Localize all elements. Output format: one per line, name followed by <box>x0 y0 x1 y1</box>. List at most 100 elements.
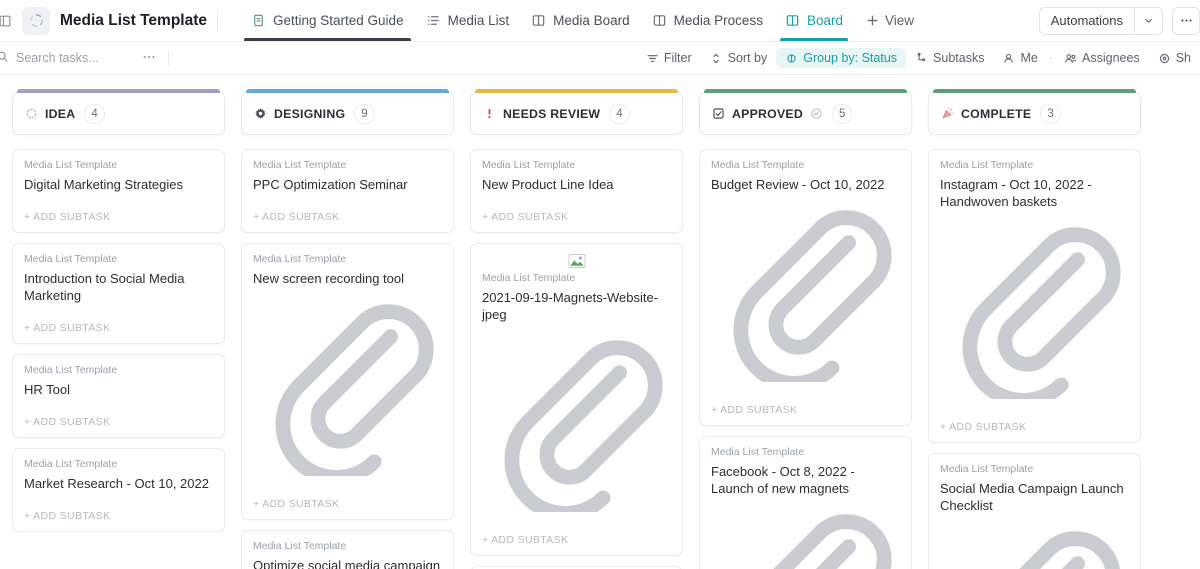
board-icon <box>531 13 546 28</box>
task-card[interactable]: Media List TemplateHR Tool+ ADD SUBTASK <box>12 354 225 438</box>
add-subtask-button[interactable]: + ADD SUBTASK <box>940 405 1129 442</box>
more-icon[interactable] <box>1172 7 1200 35</box>
task-card[interactable]: Media List Template2021-09-19-Magnets-We… <box>470 243 683 556</box>
add-view-label: View <box>885 13 914 28</box>
column-accent-bar <box>475 89 678 93</box>
card-title: Optimize social media campaign performan… <box>253 557 442 569</box>
column-header-wrap: NEEDS REVIEW4 <box>470 89 683 135</box>
column-accent-bar <box>246 89 449 93</box>
column-header[interactable]: APPROVED 5 <box>699 92 912 135</box>
clip-icon <box>714 370 903 385</box>
column-header[interactable]: DESIGNING9 <box>241 92 454 135</box>
task-card[interactable]: Media List Template Optimize social media… <box>241 530 454 569</box>
assignees-button[interactable]: Assignees <box>1055 48 1149 68</box>
card-title: New screen recording tool <box>253 270 442 482</box>
add-subtask-button[interactable]: + ADD SUBTASK <box>24 306 213 343</box>
tab-media-list[interactable]: Media List <box>415 0 521 41</box>
card-list-name: Media List Template <box>711 446 900 458</box>
toolbar-divider <box>168 50 169 66</box>
board-column: APPROVED5Media List TemplateBudget Revie… <box>699 89 912 569</box>
add-subtask-button[interactable]: + ADD SUBTASK <box>253 482 442 519</box>
column-count-badge: 3 <box>1040 104 1060 124</box>
add-view-button[interactable]: View <box>854 0 925 41</box>
loading-spinner-icon[interactable] <box>22 7 50 35</box>
list-icon <box>426 13 441 28</box>
board-toolbar: Filter Sort by Group by: Status <box>0 42 1200 75</box>
me-label: Me <box>1020 51 1037 65</box>
tab-media-process[interactable]: Media Process <box>641 0 774 41</box>
card-title-text: Instagram - Oct 10, 2022 - Handwoven bas… <box>940 177 1092 209</box>
search-input[interactable] <box>16 51 136 65</box>
group-by-label: Group by: Status <box>803 51 897 65</box>
task-card[interactable]: Media List TemplateBudget Review - Oct 1… <box>699 149 912 426</box>
column-accent-bar <box>933 89 1136 93</box>
board-column: NEEDS REVIEW4 Media List Template New Prod… <box>470 89 683 569</box>
tab-getting-started-guide[interactable]: Getting Started Guide <box>240 0 415 41</box>
card-list-name: Media List Template <box>482 159 671 171</box>
add-subtask-button[interactable]: + ADD SUBTASK <box>482 195 671 232</box>
card-title-text: Budget Review - Oct 10, 2022 <box>711 177 884 192</box>
task-card[interactable]: Media List Template PPC Optimization Semi… <box>241 149 454 233</box>
sort-by-button[interactable]: Sort by <box>701 48 777 68</box>
column-accent-bar <box>17 89 220 93</box>
card-list-name: Media List Template <box>24 159 213 171</box>
column-count-badge: 9 <box>354 104 374 124</box>
add-subtask-button[interactable]: + ADD SUBTASK <box>24 400 213 437</box>
task-card[interactable]: Media List TemplateIntroduction to Socia… <box>12 243 225 344</box>
task-card[interactable]: Media List TemplateSocial Media Campaign… <box>928 453 1141 569</box>
add-subtask-button[interactable]: + ADD SUBTASK <box>711 388 900 425</box>
app-header: Media List Template Getting Started Guid… <box>0 0 1200 42</box>
header-right-actions: Automations <box>1039 0 1200 41</box>
task-card[interactable]: Media List Template New screen recording … <box>241 243 454 520</box>
column-title: NEEDS REVIEW <box>503 107 600 121</box>
task-card[interactable]: Media List TemplateDigital Marketing Str… <box>12 149 225 233</box>
check-circle-icon <box>810 107 823 120</box>
board-column: DESIGNING9 Media List Template PPC Optimiz… <box>241 89 454 569</box>
card-list-name: Media List Template <box>253 253 442 265</box>
automations-group: Automations <box>1039 7 1163 35</box>
filter-button[interactable]: Filter <box>637 48 701 68</box>
add-subtask-button[interactable]: + ADD SUBTASK <box>253 195 442 232</box>
card-title: PPC Optimization Seminar <box>253 176 442 195</box>
search-box[interactable] <box>0 50 136 66</box>
panel-toggle-icon[interactable] <box>0 14 16 28</box>
add-subtask-button[interactable]: + ADD SUBTASK <box>482 518 671 555</box>
column-header[interactable]: COMPLETE3 <box>928 92 1141 135</box>
card-list-name: Media List Template <box>253 159 442 171</box>
chevron-down-icon[interactable] <box>1134 8 1162 34</box>
column-header[interactable]: NEEDS REVIEW4 <box>470 92 683 135</box>
board-column: IDEA4 Media List TemplateDigital Marketin… <box>12 89 225 569</box>
card-list-name: Media List Template <box>24 458 213 470</box>
automations-button[interactable]: Automations <box>1040 8 1134 34</box>
show-button[interactable]: Sh <box>1149 48 1200 68</box>
tab-board[interactable]: Board <box>774 0 854 41</box>
person-icon <box>1002 52 1015 65</box>
card-list-name: Media List Template <box>253 540 442 552</box>
column-title: APPROVED <box>732 107 803 121</box>
board-icon <box>652 13 667 28</box>
column-count-badge: 5 <box>832 104 852 124</box>
me-filter-button[interactable]: Me <box>993 48 1046 68</box>
task-card[interactable]: Media List Template New Product Line Idea… <box>470 149 683 233</box>
column-header-wrap: DESIGNING9 <box>241 89 454 135</box>
add-subtask-button[interactable]: + ADD SUBTASK <box>24 494 213 531</box>
card-title: Social Media Campaign Launch Checklist <box>940 480 1129 569</box>
circle-dashed-icon <box>25 107 38 120</box>
column-header[interactable]: IDEA4 <box>12 92 225 135</box>
subtasks-button[interactable]: Subtasks <box>906 48 993 68</box>
doc-icon <box>251 13 266 28</box>
column-accent-bar <box>704 89 907 93</box>
card-title: New Product Line Idea <box>482 176 671 195</box>
page-title: Media List Template <box>60 12 207 30</box>
tab-media-board[interactable]: Media Board <box>520 0 641 41</box>
task-card[interactable]: Media List TemplateFacebook - Oct 8, 202… <box>699 436 912 569</box>
ellipsis-icon[interactable] <box>136 50 162 67</box>
card-title: Introduction to Social Media Marketing <box>24 270 213 306</box>
card-title-text: New screen recording tool <box>253 271 404 286</box>
card-title: Instagram - Oct 10, 2022 - Handwoven bas… <box>940 176 1129 405</box>
add-subtask-button[interactable]: + ADD SUBTASK <box>24 195 213 232</box>
group-by-button[interactable]: Group by: Status <box>776 48 906 68</box>
task-card[interactable]: Media List TemplateMarket Research - Oct… <box>12 448 225 532</box>
card-title: Budget Review - Oct 10, 2022 <box>711 176 900 388</box>
task-card[interactable]: Media List TemplateInstagram - Oct 10, 2… <box>928 149 1141 443</box>
